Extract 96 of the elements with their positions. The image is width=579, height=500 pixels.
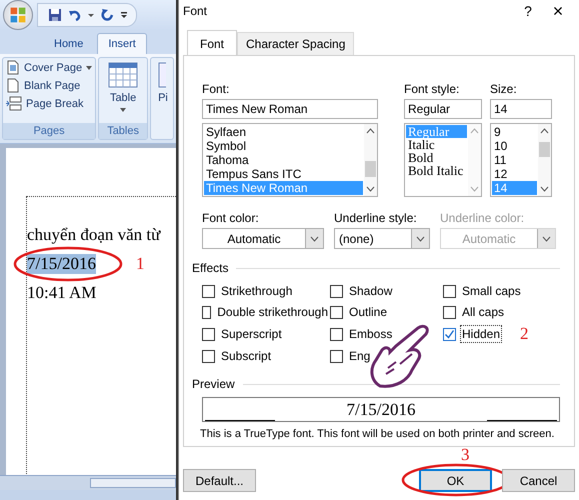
document-text: 10:41 AM xyxy=(27,283,96,303)
checkbox-label[interactable]: Subscript xyxy=(219,347,274,365)
ribbon-button[interactable]: Page Break xyxy=(6,96,92,111)
list-option[interactable]: 11 xyxy=(492,153,537,167)
input-field[interactable]: Regular xyxy=(404,99,482,119)
office-button[interactable] xyxy=(3,0,33,30)
checkbox-label[interactable]: All caps xyxy=(460,303,506,321)
logo xyxy=(9,6,27,24)
checkbox[interactable] xyxy=(443,328,456,340)
list-box[interactable]: Regular Italic Bold Bold Italic xyxy=(404,123,482,197)
checkbox[interactable] xyxy=(330,328,343,340)
checkbox[interactable] xyxy=(202,306,212,318)
field-label: Font: xyxy=(202,82,230,96)
checkmark-icon xyxy=(444,328,455,340)
list-option[interactable]: Bold Italic xyxy=(406,164,467,177)
checkbox[interactable] xyxy=(443,306,456,318)
checkbox-label[interactable]: Emboss xyxy=(347,325,394,343)
checkbox-label[interactable]: Eng xyxy=(347,347,372,365)
field-label: Font style: xyxy=(404,82,460,96)
checkbox[interactable] xyxy=(202,350,215,362)
checkbox[interactable] xyxy=(443,284,456,298)
dialog-button[interactable]: Cancel xyxy=(502,469,575,492)
chevron-down-icon xyxy=(542,236,551,242)
ribbon-tab[interactable]: Insert xyxy=(97,33,147,54)
dialog-title: Font xyxy=(183,4,208,18)
ribbon-group: Table Tables xyxy=(98,57,148,140)
field-label: Underline style: xyxy=(334,211,418,225)
checkbox[interactable] xyxy=(202,328,215,340)
list-option[interactable]: Bold xyxy=(406,151,467,164)
step-number: 2 xyxy=(520,324,529,344)
scroll-up-icon[interactable] xyxy=(540,128,549,134)
list-option[interactable]: 12 xyxy=(492,167,537,181)
ribbon-group: Cover Page Blank Page Page Break Pages xyxy=(2,57,96,140)
dropdown[interactable]: (none) xyxy=(334,228,430,249)
cover-page-icon xyxy=(6,60,20,75)
dialog-tab[interactable]: Character Spacing xyxy=(237,32,354,55)
table-button[interactable]: Table xyxy=(102,60,144,114)
list-option[interactable]: 9 xyxy=(492,125,537,139)
scroll-thumb[interactable] xyxy=(365,161,376,177)
dialog-button[interactable]: OK xyxy=(419,469,492,492)
blank-page-icon xyxy=(6,78,20,93)
preview-text: 7/15/2016 xyxy=(346,400,416,420)
ribbon-button[interactable]: Cover Page xyxy=(6,60,92,75)
input-field[interactable]: Times New Roman xyxy=(202,99,378,119)
input-field[interactable]: 14 xyxy=(490,99,552,119)
checkbox-label[interactable]: Small caps xyxy=(460,282,523,300)
scroll-thumb[interactable] xyxy=(539,142,550,156)
list-option[interactable]: Sylfaen xyxy=(204,125,363,139)
section-heading: Preview xyxy=(192,377,235,391)
font-note: This is a TrueType font. This font will be used on both printer and screen. xyxy=(200,428,556,440)
checkbox-label[interactable]: Strikethrough xyxy=(219,282,294,300)
list-option[interactable]: Tempus Sans ITC xyxy=(204,167,363,181)
save-icon[interactable] xyxy=(48,8,62,22)
field-label: Font color: xyxy=(202,211,260,225)
scroll-up-icon[interactable] xyxy=(366,128,375,134)
document-text: 7/15/2016 xyxy=(27,254,96,274)
scroll-down-icon[interactable] xyxy=(366,186,375,192)
checkbox[interactable] xyxy=(330,306,343,318)
page-break-icon xyxy=(6,96,22,111)
checkbox-label[interactable]: Outline xyxy=(347,303,390,321)
redo-icon[interactable] xyxy=(100,8,114,22)
chevron-down-icon xyxy=(416,236,425,242)
step-number: 1 xyxy=(136,254,144,274)
checkbox-label[interactable]: Hidden xyxy=(460,325,502,343)
close-button[interactable]: × xyxy=(543,0,573,22)
picture-button[interactable]: Pi xyxy=(154,60,170,104)
chevron-down-icon xyxy=(310,236,319,242)
horizontal-scrollbar[interactable] xyxy=(0,475,176,490)
section-heading: Effects xyxy=(192,261,228,275)
dialog-tab[interactable]: Font xyxy=(187,30,238,55)
checkbox-label[interactable]: Double strikethrough xyxy=(215,303,330,321)
list-box[interactable]: 9 10 11 12 14 xyxy=(490,123,552,197)
checkbox[interactable] xyxy=(330,350,343,362)
help-button[interactable]: ? xyxy=(513,3,543,19)
list-option[interactable]: Italic xyxy=(406,138,467,151)
dialog-button[interactable]: Default... xyxy=(183,469,256,492)
undo-icon[interactable] xyxy=(68,8,82,22)
list-option[interactable]: Symbol xyxy=(204,139,363,153)
step-number: 3 xyxy=(461,445,470,465)
ribbon-button[interactable]: Blank Page xyxy=(6,78,92,93)
list-option[interactable]: 10 xyxy=(492,139,537,153)
list-option[interactable]: Tahoma xyxy=(204,153,363,167)
checkbox[interactable] xyxy=(202,284,215,298)
checkbox-label[interactable]: Shadow xyxy=(347,282,394,300)
list-box[interactable]: Sylfaen Symbol Tahoma Tempus Sans ITC Times New Roman xyxy=(202,123,378,197)
ribbon-tab[interactable]: Home xyxy=(44,34,94,54)
scroll-down-icon[interactable] xyxy=(540,186,549,192)
vertical-scrollbar[interactable] xyxy=(538,124,551,196)
table-icon xyxy=(108,62,138,88)
checkbox[interactable] xyxy=(330,284,343,298)
checkbox-label[interactable]: Superscript xyxy=(219,325,284,343)
field-label: Underline color: xyxy=(440,211,526,225)
vertical-scrollbar[interactable] xyxy=(364,124,377,196)
field-label: Size: xyxy=(490,82,518,96)
document-text: chuyển đoạn văn từ xyxy=(27,225,160,245)
dropdown[interactable]: Automatic xyxy=(202,228,324,249)
